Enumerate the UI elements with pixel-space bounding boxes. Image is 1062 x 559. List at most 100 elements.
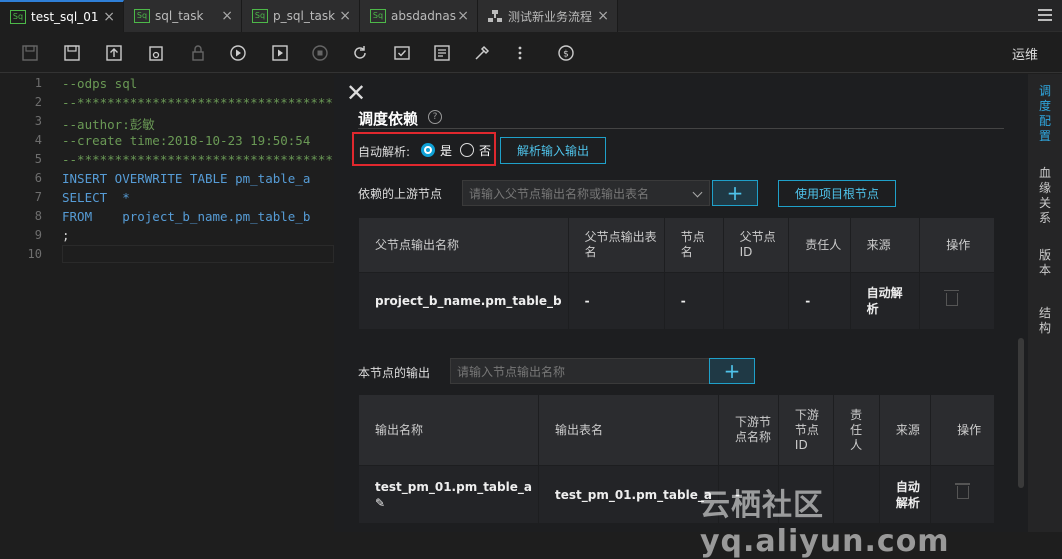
- line-number: 4: [34, 133, 42, 147]
- tab-label: 测试新业务流程: [508, 9, 593, 24]
- col-header: 下游节点名称: [717, 394, 779, 466]
- line-number: 7: [34, 190, 42, 204]
- code-line: --create time:2018-10-23 19:50:54: [62, 133, 311, 148]
- col-header: 下游节点ID: [777, 394, 835, 466]
- rail-item-version[interactable]: 版本: [1038, 248, 1052, 278]
- use-root-node-button[interactable]: 使用项目根节点: [778, 180, 896, 207]
- auto-parse-yes-radio[interactable]: [421, 143, 435, 157]
- sql-file-icon: Sq: [252, 9, 268, 23]
- close-icon[interactable]: ×: [339, 8, 351, 24]
- format-check-icon[interactable]: [392, 43, 412, 63]
- line-number: 9: [34, 228, 42, 242]
- current-line-highlight: [62, 245, 334, 263]
- tab-p-sql-task[interactable]: Sq p_sql_task ×: [242, 0, 360, 32]
- close-icon[interactable]: ×: [597, 8, 609, 24]
- lock-icon[interactable]: [188, 43, 208, 63]
- col-header: 节点名: [663, 217, 724, 273]
- submit-icon[interactable]: [104, 43, 124, 63]
- tab-label: absdadnas: [391, 9, 457, 23]
- code-line: --author:彭敏: [62, 117, 155, 132]
- rail-item-structure[interactable]: 结构: [1038, 306, 1052, 336]
- chevron-down-icon: [692, 187, 703, 198]
- cell: test_pm_01.pm_table_a ✎: [358, 465, 539, 524]
- save-as-icon[interactable]: [62, 43, 82, 63]
- upstream-node-select[interactable]: 请输入父节点输出名称或输出表名: [462, 180, 710, 206]
- help-icon[interactable]: ?: [428, 110, 442, 124]
- parse-io-button[interactable]: 解析输入输出: [500, 137, 606, 164]
- cell: -: [567, 272, 665, 330]
- rail-item-schedule-config[interactable]: 调度配置: [1038, 84, 1052, 144]
- tab-sql-task[interactable]: Sq sql_task ×: [124, 0, 242, 32]
- steal-lock-icon[interactable]: [146, 43, 166, 63]
- code-line: INSERT OVERWRITE TABLE pm_table_a: [62, 171, 311, 186]
- code-editor[interactable]: 1 2 3 4 5 6 7 8 9 10 --odps sql --******…: [0, 74, 334, 532]
- more-icon[interactable]: [510, 43, 530, 63]
- cell: [919, 272, 995, 330]
- cell: -: [663, 272, 724, 330]
- tab-test-sql-01[interactable]: Sq test_sql_01 ×: [0, 0, 124, 32]
- table-header-row: 父节点输出名称 父节点输出表名 节点名 父节点ID 责任人 来源 操作: [358, 217, 995, 273]
- output-name: test_pm_01.pm_table_a: [375, 479, 532, 494]
- close-icon[interactable]: ×: [221, 8, 233, 24]
- upstream-placeholder: 请输入父节点输出名称或输出表名: [469, 186, 650, 201]
- add-output-button[interactable]: +: [709, 358, 755, 384]
- tab-menu-icon[interactable]: [1038, 9, 1052, 24]
- tab-workflow[interactable]: 测试新业务流程 ×: [478, 0, 618, 32]
- rail-item-lineage[interactable]: 血缘关系: [1038, 166, 1052, 226]
- output-label: 本节点的输出: [358, 366, 431, 380]
- line-number: 3: [34, 114, 42, 128]
- code-line: ;: [62, 228, 70, 243]
- panel-scrollbar[interactable]: [1018, 338, 1024, 488]
- edit-icon[interactable]: ✎: [375, 496, 385, 510]
- sql-file-icon: Sq: [370, 9, 386, 23]
- col-header: 来源: [849, 217, 921, 273]
- save-icon[interactable]: [20, 43, 40, 63]
- sql-file-icon: Sq: [10, 10, 26, 24]
- stop-icon[interactable]: [310, 43, 330, 63]
- line-number: 1: [34, 76, 42, 90]
- cell: 自动解析: [849, 272, 921, 330]
- code-line: --odps sql: [62, 76, 138, 91]
- close-icon[interactable]: ×: [103, 9, 115, 25]
- col-header: 操作: [930, 394, 995, 466]
- tab-bar: Sq test_sql_01 × Sq sql_task × Sq p_sql_…: [0, 0, 1062, 32]
- sql-file-icon: Sq: [134, 9, 150, 23]
- tab-label: p_sql_task: [273, 9, 336, 23]
- watermark: 云栖社区 yq.aliyun.com: [700, 488, 950, 559]
- right-rail: 调度配置 血缘关系 版本 结构: [1028, 74, 1062, 532]
- line-number: 6: [34, 171, 42, 185]
- col-header: 责任人: [788, 217, 851, 273]
- close-icon[interactable]: ×: [457, 8, 469, 24]
- cost-estimate-icon[interactable]: $: [556, 43, 576, 63]
- auto-parse-no-radio[interactable]: [460, 143, 474, 157]
- tab-absdadnas[interactable]: Sq absdadnas ×: [360, 0, 478, 32]
- line-number: 2: [34, 95, 42, 109]
- no-label: 否: [479, 144, 492, 158]
- output-name-input[interactable]: 请输入节点输出名称: [450, 358, 710, 384]
- tab-label: sql_task: [155, 9, 204, 23]
- cell: project_b_name.pm_table_b: [358, 272, 569, 330]
- run-with-params-icon[interactable]: [270, 43, 290, 63]
- reload-icon[interactable]: [350, 43, 370, 63]
- workflow-icon: [488, 10, 502, 22]
- col-header: 责任人: [833, 394, 880, 466]
- run-icon[interactable]: [228, 43, 248, 63]
- col-header: 来源: [878, 394, 932, 466]
- line-number: 10: [27, 247, 42, 261]
- col-header: 输出名称: [358, 394, 539, 466]
- format-icon[interactable]: [432, 43, 452, 63]
- toolbar: $ 运维: [0, 33, 1062, 73]
- col-header: 输出表名: [537, 394, 719, 466]
- cell: test_pm_01.pm_table_a: [537, 465, 719, 524]
- cell: -: [788, 272, 851, 330]
- table-header-row: 输出名称 输出表名 下游节点名称 下游节点ID 责任人 来源 操作: [358, 394, 995, 466]
- ops-link[interactable]: 运维: [1012, 44, 1038, 63]
- table-row: project_b_name.pm_table_b - - - 自动解析: [358, 272, 995, 330]
- close-panel-icon[interactable]: ✕: [346, 81, 366, 105]
- svg-text:$: $: [563, 50, 569, 60]
- add-upstream-button[interactable]: +: [712, 180, 758, 206]
- cell: [722, 272, 790, 330]
- delete-icon[interactable]: [944, 289, 960, 306]
- col-header: 操作: [919, 217, 995, 273]
- tools-icon[interactable]: [472, 43, 492, 63]
